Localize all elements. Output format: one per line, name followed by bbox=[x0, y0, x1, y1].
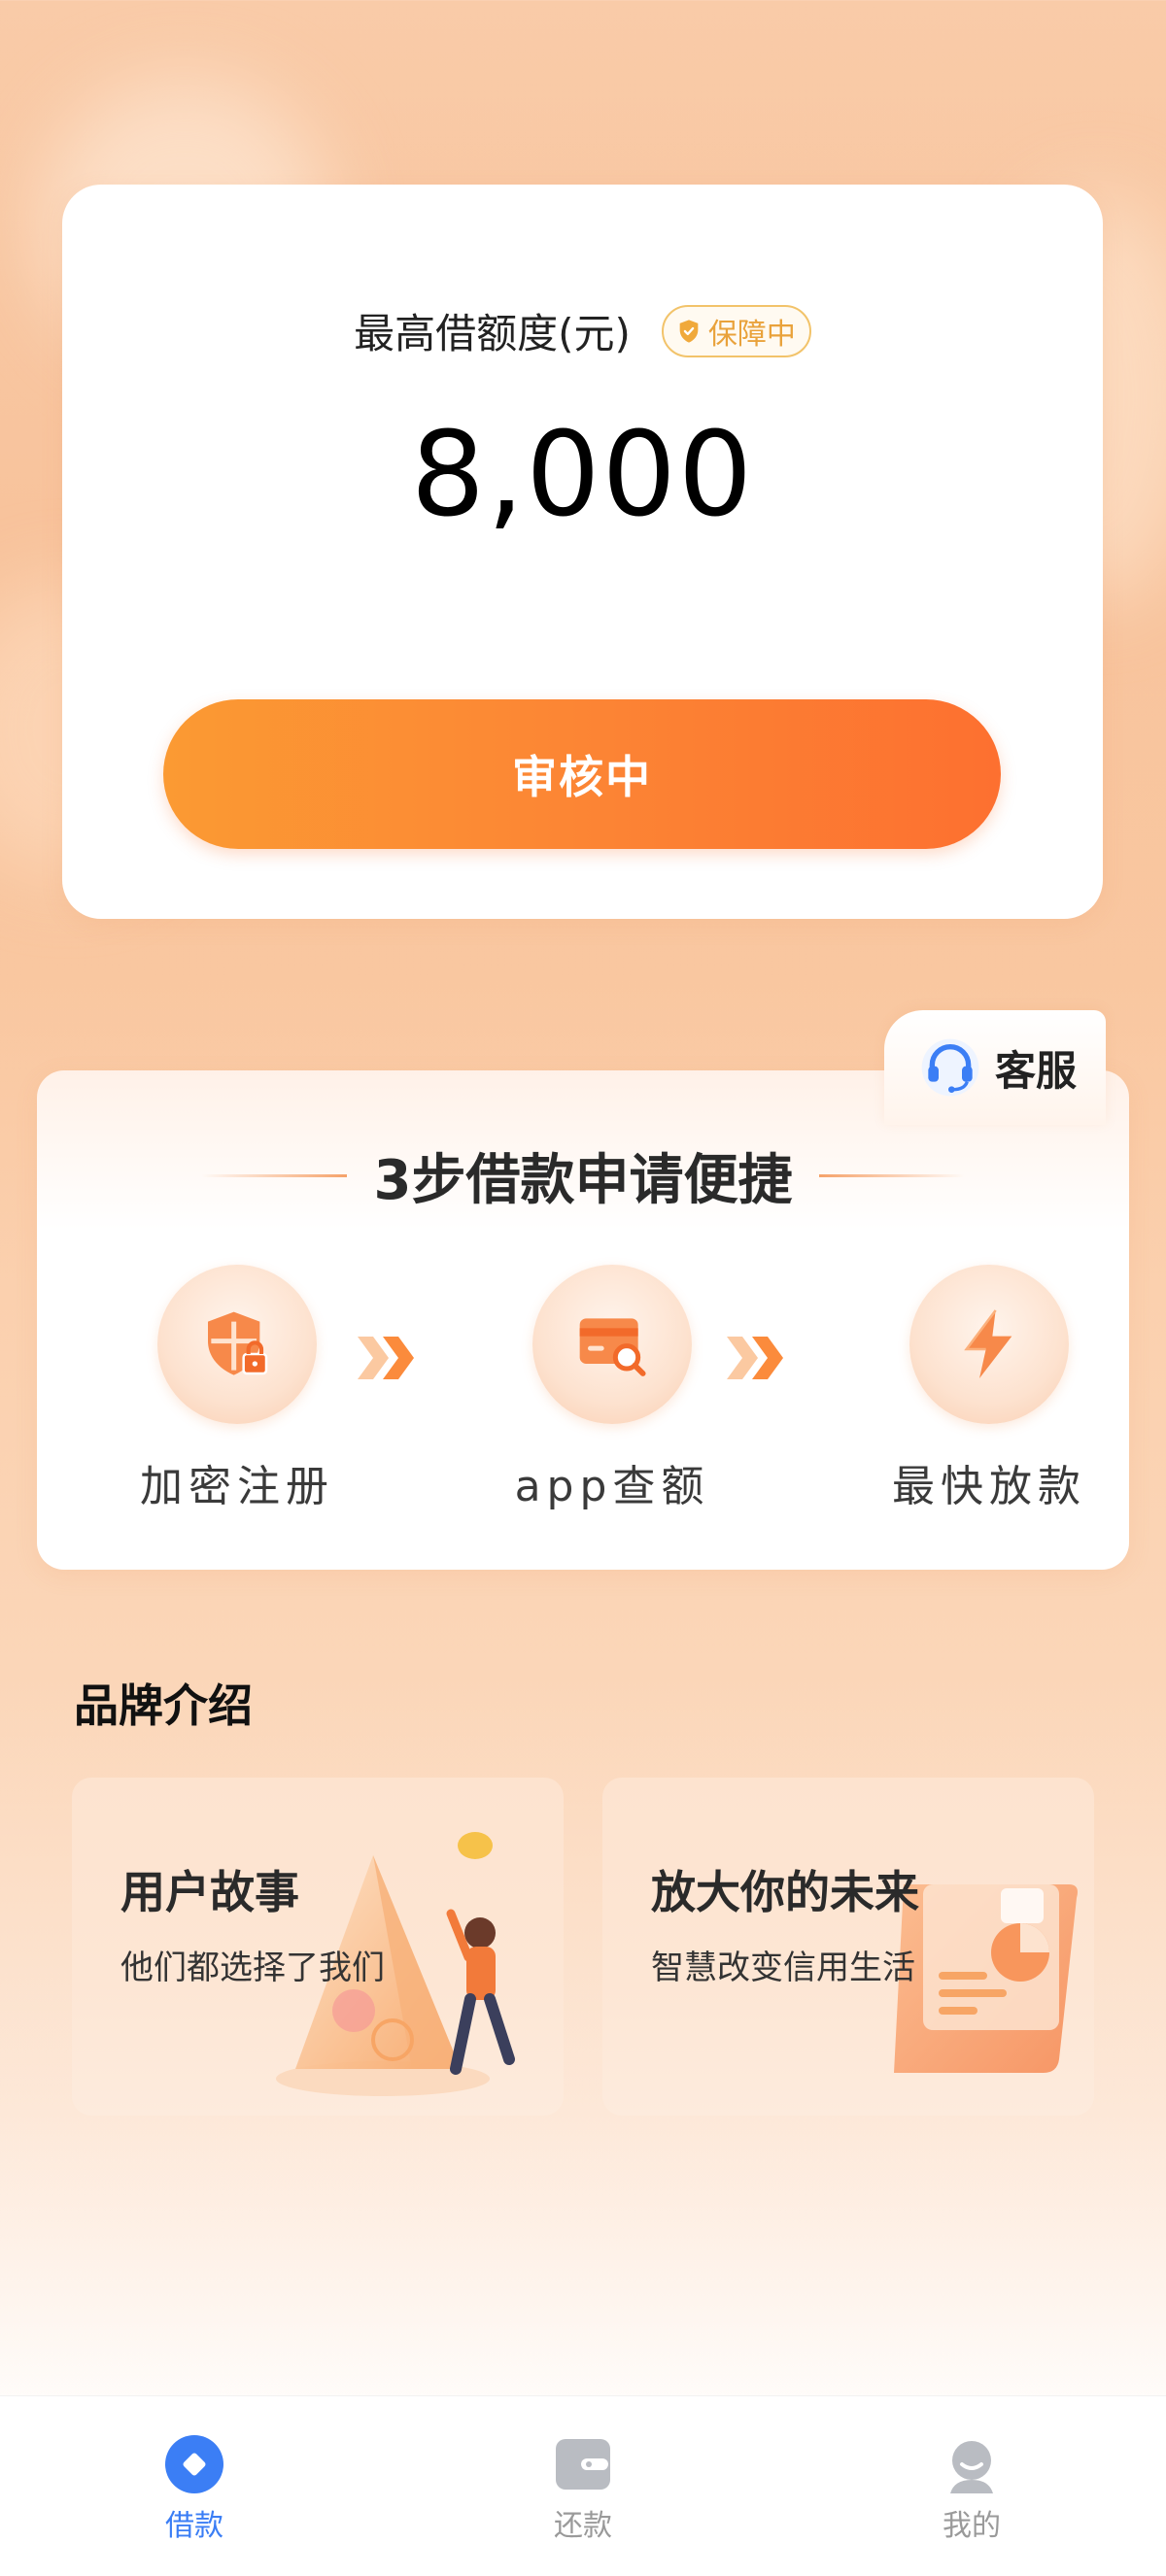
tab-label: 我的 bbox=[943, 2509, 1001, 2543]
review-status-button[interactable]: 审核中 bbox=[163, 699, 1001, 849]
divider bbox=[200, 1174, 347, 1177]
card-search-icon bbox=[579, 1318, 646, 1376]
lightning-icon bbox=[964, 1309, 1012, 1378]
chevron-right-icon bbox=[358, 1337, 414, 1379]
brand-card-title: 用户故事 bbox=[120, 1866, 299, 1918]
step-icon-circle bbox=[532, 1265, 692, 1424]
quota-header: 最高借额度(元) 保障中 bbox=[62, 301, 1103, 360]
customer-service-button[interactable]: 客服 bbox=[884, 1010, 1106, 1125]
tab-label: 借款 bbox=[165, 2509, 223, 2543]
quota-amount: 8,000 bbox=[410, 408, 755, 543]
brand-section-title: 品牌介绍 bbox=[74, 1679, 253, 1732]
step-icon-circle bbox=[157, 1265, 317, 1424]
step-fast-payout: 最快放款 bbox=[873, 1265, 1106, 1513]
brand-card-subtitle: 智慧改变信用生活 bbox=[651, 1949, 915, 1987]
shield-check-icon bbox=[679, 319, 699, 343]
user-icon bbox=[950, 2441, 993, 2493]
customer-service-label: 客服 bbox=[995, 1046, 1078, 1095]
brand-card-title: 放大你的未来 bbox=[651, 1866, 919, 1918]
tab-label: 还款 bbox=[554, 2509, 612, 2543]
bottom-tab-bar: 借款 还款 我的 bbox=[0, 2395, 1166, 2576]
loan-icon bbox=[165, 2435, 223, 2493]
headset-icon bbox=[921, 1038, 979, 1097]
steps-card: 3步借款申请便捷 加密注册 app查额 最快放款 bbox=[37, 1070, 1129, 1570]
brand-card-subtitle: 他们都选择了我们 bbox=[120, 1949, 385, 1987]
step-app-check-quota: app查额 bbox=[496, 1265, 729, 1513]
step-label: 最快放款 bbox=[892, 1462, 1086, 1511]
step-label: app查额 bbox=[514, 1462, 710, 1511]
quota-label: 最高借额度(元) bbox=[354, 310, 631, 357]
divider bbox=[819, 1174, 966, 1177]
step-encrypted-register: 加密注册 bbox=[120, 1265, 354, 1513]
tab-loan[interactable]: 借款 bbox=[97, 2396, 292, 2544]
step-icon-circle bbox=[909, 1265, 1069, 1424]
guarantee-badge: 保障中 bbox=[661, 304, 811, 357]
wallet-icon bbox=[556, 2439, 610, 2490]
brand-card-amplify-future[interactable]: 放大你的未来 智慧改变信用生活 bbox=[602, 1778, 1094, 2116]
chevron-right-icon bbox=[727, 1337, 783, 1379]
step-label: 加密注册 bbox=[140, 1462, 334, 1511]
steps-title: 3步借款申请便捷 bbox=[373, 1149, 793, 1212]
quota-card: 最高借额度(元) 保障中 8,000 审核中 bbox=[62, 185, 1103, 919]
tab-mine[interactable]: 我的 bbox=[874, 2396, 1069, 2544]
tab-repay[interactable]: 还款 bbox=[486, 2396, 680, 2544]
brand-card-user-stories[interactable]: 用户故事 他们都选择了我们 bbox=[72, 1778, 564, 2116]
guarantee-badge-label: 保障中 bbox=[707, 317, 796, 352]
shield-lock-icon bbox=[208, 1311, 268, 1375]
steps-header: 3步借款申请便捷 bbox=[37, 1136, 1129, 1215]
